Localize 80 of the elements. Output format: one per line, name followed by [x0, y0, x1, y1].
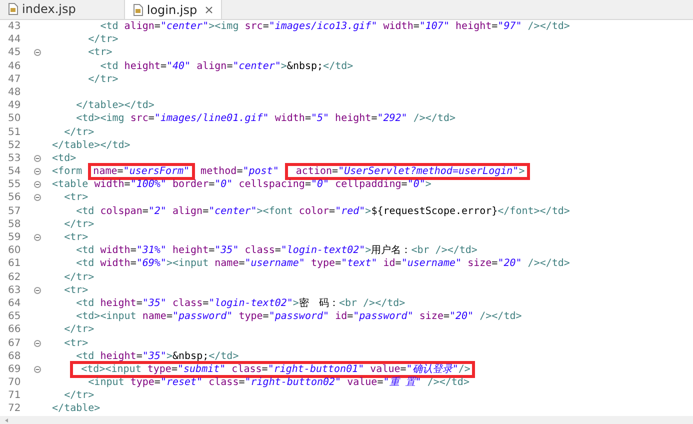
line-number: 53	[7, 152, 22, 166]
collapse-icon[interactable]	[34, 366, 41, 373]
line-number: 60	[7, 244, 22, 258]
code-text: <td height="40" align="center">&nbsp;</td>	[99, 60, 354, 73]
code-text: <input type="reset" class="right-button02" value="重 置" /></td>	[87, 376, 470, 390]
scroll-left-icon[interactable]	[4, 418, 9, 422]
line-number: 43	[7, 20, 22, 34]
code-text: method="post"	[200, 165, 279, 178]
code-text: <td colspan="2" align="center"><font color="red">${requestScope.error}</font></td>	[75, 204, 570, 218]
collapse-icon[interactable]	[34, 194, 41, 202]
collapse-icon[interactable]	[34, 286, 41, 294]
line-number: 51	[7, 126, 22, 139]
code-text: </tr>	[87, 72, 118, 86]
line-number: 68	[7, 350, 22, 363]
highlighted-code: <td><input type="submit" class="right-button01" value="确认登录"/>	[70, 360, 476, 378]
line-number: 50	[7, 112, 22, 126]
code-text: <td><img src="images/line01.gif" width="5" height="292" /></td>	[75, 112, 456, 126]
line-number: 47	[7, 72, 22, 86]
line-number: 46	[7, 60, 22, 73]
file-icon	[132, 4, 143, 16]
horizontal-scrollbar[interactable]	[0, 416, 693, 424]
editor-tab[interactable]: index.jsp	[0, 0, 84, 19]
line-number: 45	[7, 46, 22, 60]
code-text: </table></td>	[51, 138, 130, 152]
code-text: <td align="center"><img src="images/ico13.gif" width="107" height="97" /></td>	[99, 20, 570, 34]
collapse-icon[interactable]	[34, 154, 41, 162]
tab-label: login.jsp	[146, 2, 198, 18]
line-number: 55	[7, 178, 22, 192]
line-number: 49	[7, 99, 22, 112]
code-text: <td height="35">&nbsp;</td>	[75, 350, 239, 363]
collapse-icon[interactable]	[34, 340, 41, 346]
code-text: <td><input name="password" type="password" id="password" size="20" /></td>	[75, 310, 522, 324]
line-number: 64	[7, 296, 22, 310]
line-number: 58	[7, 218, 22, 232]
line-number: 70	[7, 376, 22, 390]
code-text: <td width="69%"><input name="username" type="text" id="username" size="20" /></td>	[75, 257, 570, 271]
code-text: <td height="35" class="login-text02">密 码：<br /></td>	[75, 296, 406, 310]
collapse-icon[interactable]	[34, 168, 41, 176]
editor-tab[interactable]: login.jsp	[124, 0, 222, 19]
code-text: </tr>	[63, 218, 94, 232]
line-number: 56	[7, 191, 22, 205]
line-number: 57	[7, 204, 22, 218]
line-number: 63	[7, 284, 22, 297]
code-text: </tr>	[63, 270, 94, 284]
line-number: 61	[7, 257, 22, 271]
code-text: </tr>	[63, 389, 94, 402]
line-number: 66	[7, 323, 22, 337]
line-number: 52	[7, 138, 22, 152]
code-text: </table>	[51, 402, 100, 416]
code-text: <tr>	[87, 46, 112, 60]
code-text: <td width="31%" height="35" class="login-text02">用户名：<br /></td>	[75, 244, 478, 258]
line-number: 69	[7, 362, 22, 376]
line-number: 48	[7, 86, 22, 100]
code-text: <tr>	[63, 336, 88, 350]
code-text: </tr>	[63, 126, 94, 139]
line-number: 67	[7, 336, 22, 350]
line-number: 44	[7, 33, 22, 46]
line-number: 72	[7, 402, 22, 416]
collapse-icon[interactable]	[34, 234, 41, 241]
file-icon	[8, 3, 18, 15]
code-text: <table width="100%" border="0" cellspacing="0" cellpadding="0">	[51, 178, 432, 192]
highlighted-code: name="usersForm"	[88, 163, 195, 180]
code-text: </table></td>	[75, 99, 154, 112]
line-number: 71	[7, 389, 22, 402]
line-number: 65	[7, 310, 22, 324]
code-text: <tr>	[63, 284, 88, 297]
line-number: 54	[7, 165, 22, 178]
line-number: 62	[7, 270, 22, 284]
code-text: <form	[51, 165, 84, 178]
code-text: </tr>	[87, 33, 118, 46]
tab-label: index.jsp	[22, 1, 76, 18]
highlighted-code: action="UserServlet?method=userLogin">	[284, 163, 530, 180]
code-text: <td>	[51, 152, 76, 166]
collapse-icon[interactable]	[34, 181, 41, 188]
line-number: 59	[7, 231, 22, 244]
code-text: <tr>	[63, 191, 88, 205]
code-text: <tr>	[63, 231, 88, 244]
code-text: </tr>	[63, 323, 94, 337]
close-icon[interactable]	[205, 6, 214, 14]
collapse-icon[interactable]	[34, 49, 41, 56]
